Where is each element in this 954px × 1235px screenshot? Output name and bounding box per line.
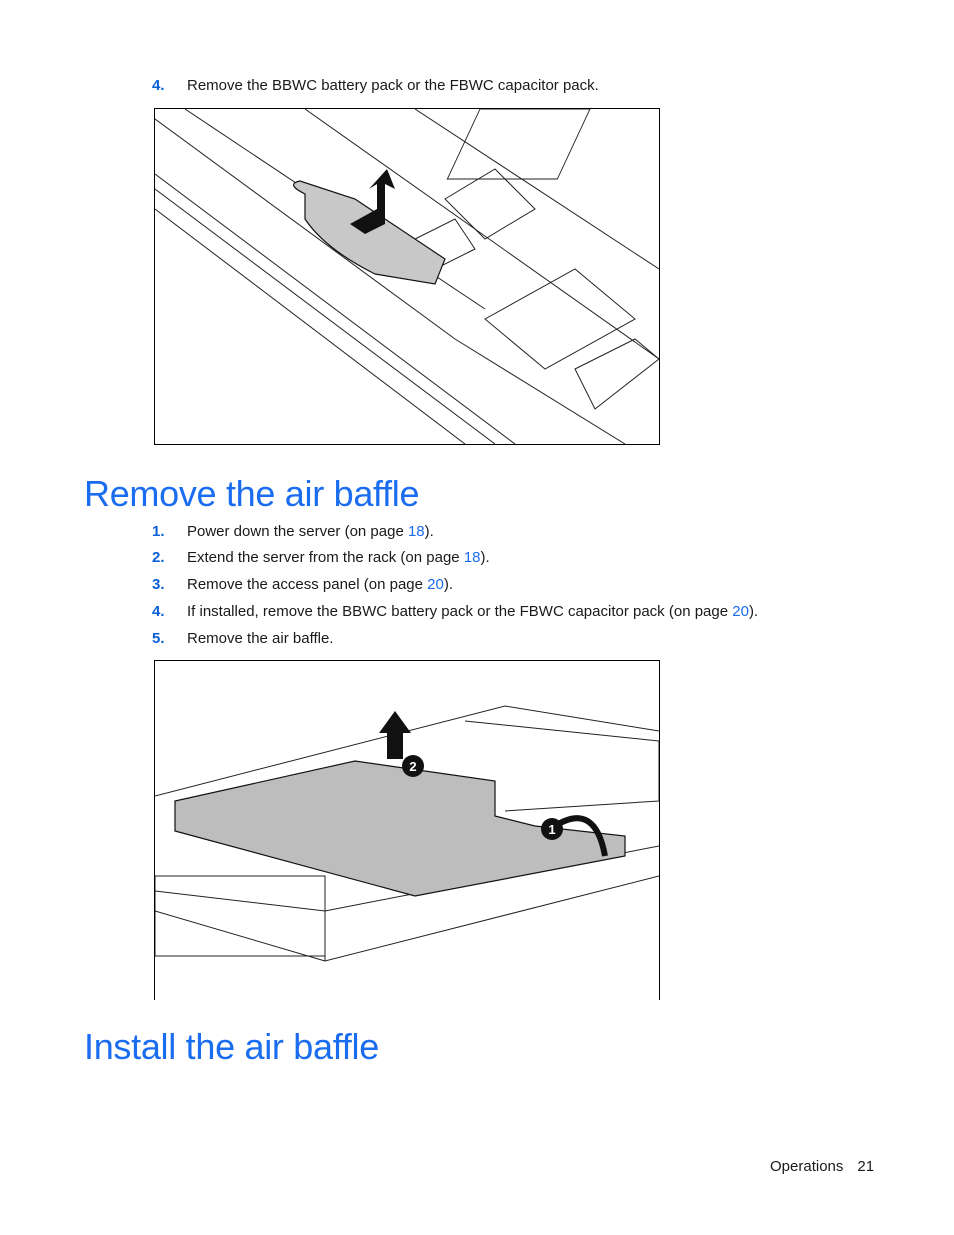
step-number: 5. (152, 630, 165, 647)
step-3: 3. Remove the access panel (on page 20). (152, 576, 453, 594)
callout-2-label: 2 (409, 759, 416, 774)
step-suffix: ). (424, 523, 434, 540)
page-link[interactable]: 20 (427, 576, 444, 593)
page-link[interactable]: 18 (464, 549, 481, 566)
step-number: 3. (152, 576, 165, 593)
step-text: Remove the air baffle. (187, 630, 334, 647)
step-4: 4. If installed, remove the BBWC battery … (152, 603, 758, 621)
callout-1-label: 1 (548, 822, 555, 837)
heading-remove-air-baffle: Remove the air baffle (84, 473, 420, 514)
step-text: If installed, remove the BBWC battery pa… (187, 603, 733, 620)
step-2: 2. Extend the server from the rack (on pa… (152, 549, 490, 567)
page-footer: Operations 21 (770, 1158, 874, 1175)
step-suffix: ). (480, 549, 490, 566)
battery-pack (293, 180, 446, 285)
page-link[interactable]: 18 (408, 523, 425, 540)
step-number: 1. (152, 523, 165, 540)
step-text: Power down the server (on page (187, 523, 408, 540)
step-text: Extend the server from the rack (on page (187, 549, 464, 566)
step-number: 4. (152, 77, 165, 94)
step-number: 2. (152, 549, 165, 566)
step-4-top: 4. Remove the BBWC battery pack or the FB… (152, 77, 599, 95)
step-number: 4. (152, 603, 165, 620)
figure-air-baffle-removal: 2 1 (154, 660, 660, 1000)
step-text: Remove the BBWC battery pack or the FBWC… (187, 77, 599, 94)
figure-battery-pack-removal (154, 108, 660, 445)
battery-pack-illustration (155, 109, 659, 444)
page-link[interactable]: 20 (732, 603, 749, 620)
step-5: 5. Remove the air baffle. (152, 630, 333, 648)
step-suffix: ). (748, 603, 759, 620)
step-suffix: ). (443, 576, 454, 593)
step-1: 1. Power down the server (on page 18). (152, 523, 434, 541)
step-text: Remove the access panel (on page (187, 576, 428, 593)
footer-section: Operations (770, 1158, 844, 1175)
air-baffle-illustration: 2 1 (155, 705, 659, 962)
page-number: 21 (857, 1158, 875, 1175)
heading-install-air-baffle: Install the air baffle (84, 1026, 379, 1067)
lift-arrow-icon (379, 711, 411, 759)
